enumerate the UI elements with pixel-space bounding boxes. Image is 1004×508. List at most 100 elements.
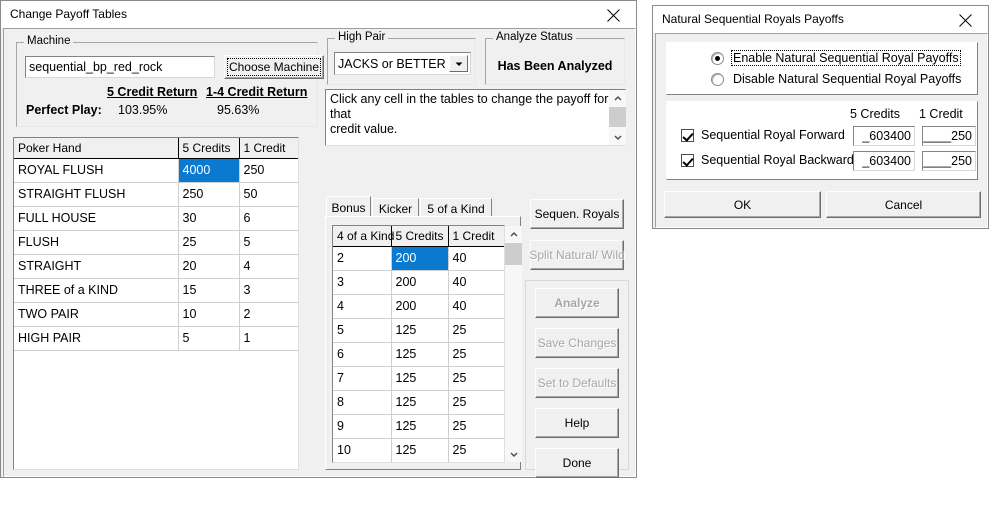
bonus-table-scrollbar[interactable] <box>505 226 522 462</box>
bonus-table-row[interactable]: 3 200 40 <box>333 270 504 295</box>
choose-machine-button[interactable]: Choose Machine <box>224 55 324 79</box>
bonus-table-row-cell[interactable]: 200 <box>391 294 449 319</box>
radio-enable-natural-sequential-royal-payoffs[interactable]: Enable Natural Sequential Royal Payoffs <box>711 50 961 66</box>
bonus-table-row-cell[interactable]: 4 <box>333 294 392 319</box>
bonus-table-row-cell[interactable]: 25 <box>448 366 504 391</box>
bonus-table-row[interactable]: 2 200 40 <box>333 246 504 271</box>
payoff-table-row-cell[interactable]: 20 <box>178 254 240 279</box>
chevron-up-icon[interactable] <box>505 226 522 243</box>
payoff-table-row-cell[interactable]: HIGH PAIR <box>14 326 179 351</box>
checkbox-sequential-royal-backwards[interactable]: Sequential Royal Backwards <box>681 153 860 167</box>
payoff-table-row-cell[interactable]: 250 <box>178 182 240 207</box>
payoff-table-row-cell[interactable]: 5 <box>178 326 240 351</box>
chevron-down-icon[interactable] <box>505 445 522 462</box>
payoff-table-row-cell[interactable]: 1 <box>239 326 298 351</box>
bonus-table-row-cell[interactable]: 125 <box>391 438 449 462</box>
payoff-table-row[interactable]: STRAIGHT 20 4 <box>14 254 298 279</box>
payoff-table-row-cell[interactable]: 30 <box>178 206 240 231</box>
sequen-royals-button[interactable]: Sequen. Royals <box>530 199 624 229</box>
payoff-table-row-cell[interactable]: ROYAL FLUSH <box>14 158 179 183</box>
bonus-table-row-cell[interactable]: 125 <box>391 366 449 391</box>
bonus-table-row-cell[interactable]: 25 <box>448 438 504 462</box>
payoff-table-row-cell[interactable]: 5 <box>239 230 298 255</box>
bonus-table-row[interactable]: 8 125 25 <box>333 390 504 415</box>
bonus-table-row-cell[interactable]: 8 <box>333 390 392 415</box>
bonus-table-row-cell[interactable]: 7 <box>333 366 392 391</box>
forward-1credit-input[interactable]: ____250 <box>922 126 976 146</box>
bonus-table-row-cell[interactable]: 40 <box>448 294 504 319</box>
payoff-table-row-cell[interactable]: 50 <box>239 182 298 207</box>
bonus-table-row-cell[interactable]: 25 <box>448 342 504 367</box>
tab-5-of-a-kind[interactable]: 5 of a Kind <box>420 198 492 218</box>
chevron-down-icon[interactable] <box>609 128 626 145</box>
bonus-table-row-cell[interactable]: 25 <box>448 318 504 343</box>
bonus-table-row[interactable]: 4 200 40 <box>333 294 504 319</box>
payoff-table-row-cell[interactable]: FULL HOUSE <box>14 206 179 231</box>
bonus-table-row-cell[interactable]: 125 <box>391 390 449 415</box>
payoff-table-row[interactable]: FULL HOUSE 30 6 <box>14 206 298 231</box>
machine-name-input[interactable]: sequential_bp_red_rock <box>25 56 215 78</box>
bonus-table-row-cell[interactable]: 3 <box>333 270 392 295</box>
instructions-scrollbar-thumb[interactable] <box>609 107 626 127</box>
payoff-table-row-cell[interactable]: TWO PAIR <box>14 302 179 327</box>
bonus-table-row[interactable]: 7 125 25 <box>333 366 504 391</box>
tab-kicker[interactable]: Kicker <box>372 198 419 218</box>
bonus-table-row-cell[interactable]: 125 <box>391 318 449 343</box>
payoff-table-row[interactable]: ROYAL FLUSH 4000 250 <box>14 158 298 183</box>
high-pair-combobox[interactable]: JACKS or BETTER <box>334 52 471 75</box>
help-button[interactable]: Help <box>535 408 619 438</box>
payoff-table-row-cell[interactable]: THREE of a KIND <box>14 278 179 303</box>
cancel-button[interactable]: Cancel <box>826 191 981 218</box>
bonus-table-row-cell[interactable]: 10 <box>333 438 392 462</box>
backwards-1credit-input[interactable]: ____250 <box>922 151 976 171</box>
bonus-table-row-cell[interactable]: 9 <box>333 414 392 439</box>
payoff-table-row-cell[interactable]: 250 <box>239 158 298 183</box>
checkbox-sequential-royal-forward[interactable]: Sequential Royal Forward <box>681 128 845 142</box>
payoff-table-row-cell[interactable]: STRAIGHT FLUSH <box>14 182 179 207</box>
payoff-table-row-cell[interactable]: 2 <box>239 302 298 327</box>
chevron-down-icon[interactable] <box>449 55 468 72</box>
payoff-table[interactable]: Poker Hand 5 Credits 1 Credit ROYAL FLUS… <box>13 137 299 470</box>
bonus-table-row[interactable]: 9 125 25 <box>333 414 504 439</box>
payoff-table-row-cell[interactable]: 6 <box>239 206 298 231</box>
payoff-table-row-cell[interactable]: 4 <box>239 254 298 279</box>
close-icon[interactable] <box>592 1 636 27</box>
bonus-table-row-cell[interactable]: 5 <box>333 318 392 343</box>
bonus-table-row-cell[interactable]: 25 <box>448 414 504 439</box>
payoff-table-row-cell[interactable]: STRAIGHT <box>14 254 179 279</box>
payoff-table-row[interactable]: HIGH PAIR 5 1 <box>14 326 298 351</box>
bonus-table[interactable]: 4 of a Kind 5 Credits 1 Credit 2 200 40 3 20… <box>332 225 505 463</box>
backwards-5credit-input[interactable]: _603400 <box>853 151 915 171</box>
bonus-table-row-cell[interactable]: 200 <box>391 270 449 295</box>
ok-button[interactable]: OK <box>664 191 821 218</box>
payoff-table-row-cell[interactable]: 15 <box>178 278 240 303</box>
bonus-table-row[interactable]: 6 125 25 <box>333 342 504 367</box>
payoff-table-row-cell[interactable]: 4000 <box>178 158 240 183</box>
chevron-up-icon[interactable] <box>609 90 626 107</box>
close-icon[interactable] <box>944 6 988 32</box>
bonus-table-row-cell[interactable]: 40 <box>448 246 504 271</box>
bonus-table-row-cell[interactable]: 2 <box>333 246 392 271</box>
radio-disable-natural-sequential-royal-payoffs[interactable]: Disable Natural Sequential Royal Payoffs <box>711 71 963 87</box>
payoff-table-row[interactable]: THREE of a KIND 15 3 <box>14 278 298 303</box>
payoff-table-row-cell[interactable]: 3 <box>239 278 298 303</box>
payoff-table-row[interactable]: FLUSH 25 5 <box>14 230 298 255</box>
bonus-table-row-cell[interactable]: 200 <box>391 246 449 271</box>
payoff-table-row-cell[interactable]: 10 <box>178 302 240 327</box>
payoff-table-row-cell[interactable]: 25 <box>178 230 240 255</box>
bonus-table-row[interactable]: 5 125 25 <box>333 318 504 343</box>
bonus-scrollbar-thumb[interactable] <box>505 243 522 265</box>
bonus-table-row-cell[interactable]: 25 <box>448 390 504 415</box>
payoff-table-row[interactable]: STRAIGHT FLUSH 250 50 <box>14 182 298 207</box>
payoff-table-row-cell[interactable]: FLUSH <box>14 230 179 255</box>
bonus-table-row-cell[interactable]: 125 <box>391 414 449 439</box>
bonus-table-row[interactable]: 10 125 25 <box>333 438 504 462</box>
bonus-table-row-cell[interactable]: 40 <box>448 270 504 295</box>
done-button[interactable]: Done <box>535 448 619 478</box>
bonus-table-row-cell[interactable]: 6 <box>333 342 392 367</box>
tab-bonus[interactable]: Bonus <box>326 196 371 218</box>
instructions-scrollbar[interactable] <box>609 90 626 145</box>
forward-5credit-input[interactable]: _603400 <box>853 126 915 146</box>
payoff-table-row[interactable]: TWO PAIR 10 2 <box>14 302 298 327</box>
bonus-table-row-cell[interactable]: 125 <box>391 342 449 367</box>
